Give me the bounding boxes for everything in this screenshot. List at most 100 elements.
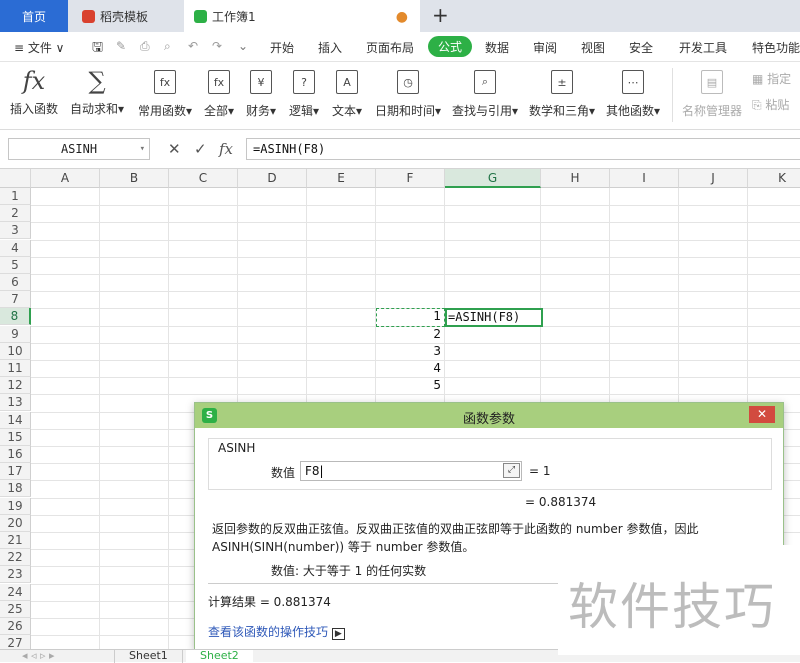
menu-developer[interactable]: 开发工具 [679, 39, 727, 56]
math-trig-button[interactable]: ± 数学和三角▾ [529, 66, 595, 119]
active-cell-g8[interactable]: =ASINH(F8) [445, 308, 543, 327]
other-functions-button[interactable]: ⋯ 其他函数▾ [606, 66, 660, 119]
tab-home[interactable]: 首页 [0, 0, 68, 32]
row-header-12[interactable]: 12 [0, 377, 31, 395]
row-header-5[interactable]: 5 [0, 256, 31, 274]
row-header-8[interactable]: 8 [0, 308, 31, 326]
column-header-i[interactable]: I [610, 169, 679, 188]
number-argument-input[interactable]: F8| [300, 461, 522, 481]
row-header-9[interactable]: 9 [0, 325, 31, 343]
row-header-10[interactable]: 10 [0, 342, 31, 360]
menu-security[interactable]: 安全 [629, 39, 653, 56]
row-header-18[interactable]: 18 [0, 480, 31, 498]
menu-special[interactable]: 特色功能 [752, 39, 800, 56]
column-header-b[interactable]: B [100, 169, 169, 188]
cell-f10[interactable]: 3 [376, 343, 441, 360]
menu-review[interactable]: 审阅 [533, 39, 557, 56]
cell-f11[interactable]: 4 [376, 360, 441, 377]
column-header-f[interactable]: F [376, 169, 445, 188]
text-functions-button[interactable]: A 文本▾ [332, 66, 362, 119]
row-header-27[interactable]: 27 [0, 635, 31, 649]
autosum-label: 自动求和▾ [70, 102, 125, 116]
row-header-4[interactable]: 4 [0, 239, 31, 257]
calculation-result: 计算结果 = 0.881374 [208, 595, 331, 609]
paste-button[interactable]: ⎘ 粘贴 [752, 96, 789, 113]
specify-button[interactable]: ▦ 指定 [752, 70, 791, 87]
tab-workbook-label: 工作簿1 [212, 9, 256, 24]
column-header-d[interactable]: D [238, 169, 307, 188]
save-icon[interactable]: 🖫 [92, 38, 103, 60]
menu-page-layout[interactable]: 页面布局 [366, 39, 414, 56]
sheet-nav-icon[interactable]: ◂ ◃ ▹ ▸ [8, 650, 69, 663]
tab-workbook[interactable]: 工作簿1 ● [184, 0, 420, 32]
cell-f9[interactable]: 2 [376, 326, 441, 343]
row-header-2[interactable]: 2 [0, 205, 31, 223]
column-header-a[interactable]: A [31, 169, 100, 188]
fx-icon[interactable]: fx [219, 140, 233, 158]
close-button[interactable]: ✕ [749, 406, 775, 423]
name-manager-button[interactable]: ▤ 名称管理器 [682, 66, 742, 119]
menu-data[interactable]: 数据 [485, 39, 509, 56]
menu-view[interactable]: 视图 [581, 39, 605, 56]
cell-f12[interactable]: 5 [376, 377, 441, 394]
name-box[interactable]: ASINH ▾ [8, 138, 150, 160]
row-header-20[interactable]: 20 [0, 514, 31, 532]
row-header-11[interactable]: 11 [0, 360, 31, 377]
row-header-1[interactable]: 1 [0, 188, 31, 205]
format-painter-icon[interactable]: ✎ [116, 39, 126, 53]
column-header-h[interactable]: H [541, 169, 610, 188]
name-box-dropdown-icon[interactable]: ▾ [140, 139, 145, 159]
financial-button[interactable]: ¥ 财务▾ [246, 66, 276, 119]
redo-icon[interactable]: ↷ [212, 39, 222, 53]
row-header-22[interactable]: 22 [0, 549, 31, 567]
row-header-23[interactable]: 23 [0, 566, 31, 584]
common-functions-button[interactable]: fx 常用函数▾ [138, 66, 192, 119]
sheet-tab-sheet2[interactable]: Sheet2 [186, 650, 253, 663]
logical-button[interactable]: ? 逻辑▾ [289, 66, 319, 119]
print-icon[interactable]: ⎙ [140, 39, 150, 54]
confirm-icon[interactable]: ✓ [194, 140, 207, 158]
column-header-c[interactable]: C [169, 169, 238, 188]
argument-value: F8 [305, 464, 320, 478]
row-header-17[interactable]: 17 [0, 463, 31, 481]
row-header-16[interactable]: 16 [0, 446, 31, 463]
column-header-k[interactable]: K [748, 169, 800, 188]
date-time-button[interactable]: ◷ 日期和时间▾ [375, 66, 441, 119]
menu-insert[interactable]: 插入 [318, 39, 342, 56]
new-tab-button[interactable]: + [432, 3, 449, 27]
row-header-21[interactable]: 21 [0, 532, 31, 549]
menu-bar: ≡ 文件 ∨ 🖫 ✎ ⎙ ⌕ ↶ ↷ ⌄ 开始 插入 页面布局 公式 数据 审阅… [0, 32, 800, 62]
undo-icon[interactable]: ↶ [188, 39, 198, 53]
more-chevron-icon[interactable]: ⌄ [238, 39, 248, 53]
row-header-25[interactable]: 25 [0, 600, 31, 618]
menu-start[interactable]: 开始 [270, 39, 294, 56]
row-header-15[interactable]: 15 [0, 428, 31, 446]
file-menu[interactable]: ≡ 文件 ∨ [14, 39, 64, 56]
insert-function-button[interactable]: fx 插入函数 [10, 66, 58, 117]
row-header-13[interactable]: 13 [0, 394, 31, 412]
function-tips-link[interactable]: 查看该函数的操作技巧 ▶ [208, 623, 345, 640]
formula-input[interactable]: =ASINH(F8) [246, 138, 800, 160]
all-functions-button[interactable]: fx 全部▾ [204, 66, 234, 119]
sheet-tab-sheet1[interactable]: Sheet1 [114, 650, 183, 663]
docer-icon [82, 9, 95, 23]
collapse-dialog-icon[interactable]: ⤢ [503, 463, 520, 478]
dialog-title-bar[interactable]: S 函数参数 ✕ [195, 403, 783, 428]
lookup-reference-button[interactable]: ⌕ 查找与引用▾ [452, 66, 518, 119]
autosum-button[interactable]: ∑ 自动求和▾ [70, 66, 124, 117]
column-header-g[interactable]: G [445, 169, 541, 188]
row-header-19[interactable]: 19 [0, 497, 31, 515]
print-preview-icon[interactable]: ⌕ [164, 39, 171, 54]
column-header-e[interactable]: E [307, 169, 376, 188]
row-header-14[interactable]: 14 [0, 411, 31, 429]
row-header-6[interactable]: 6 [0, 274, 31, 291]
row-header-3[interactable]: 3 [0, 222, 31, 240]
tab-template[interactable]: 稻壳模板 [70, 0, 182, 32]
select-all-corner[interactable] [0, 169, 31, 188]
row-header-24[interactable]: 24 [0, 583, 31, 601]
row-header-7[interactable]: 7 [0, 291, 31, 309]
row-header-26[interactable]: 26 [0, 618, 31, 635]
cancel-icon[interactable]: ✕ [168, 140, 181, 158]
menu-formula[interactable]: 公式 [428, 36, 473, 57]
column-header-j[interactable]: J [679, 169, 748, 188]
